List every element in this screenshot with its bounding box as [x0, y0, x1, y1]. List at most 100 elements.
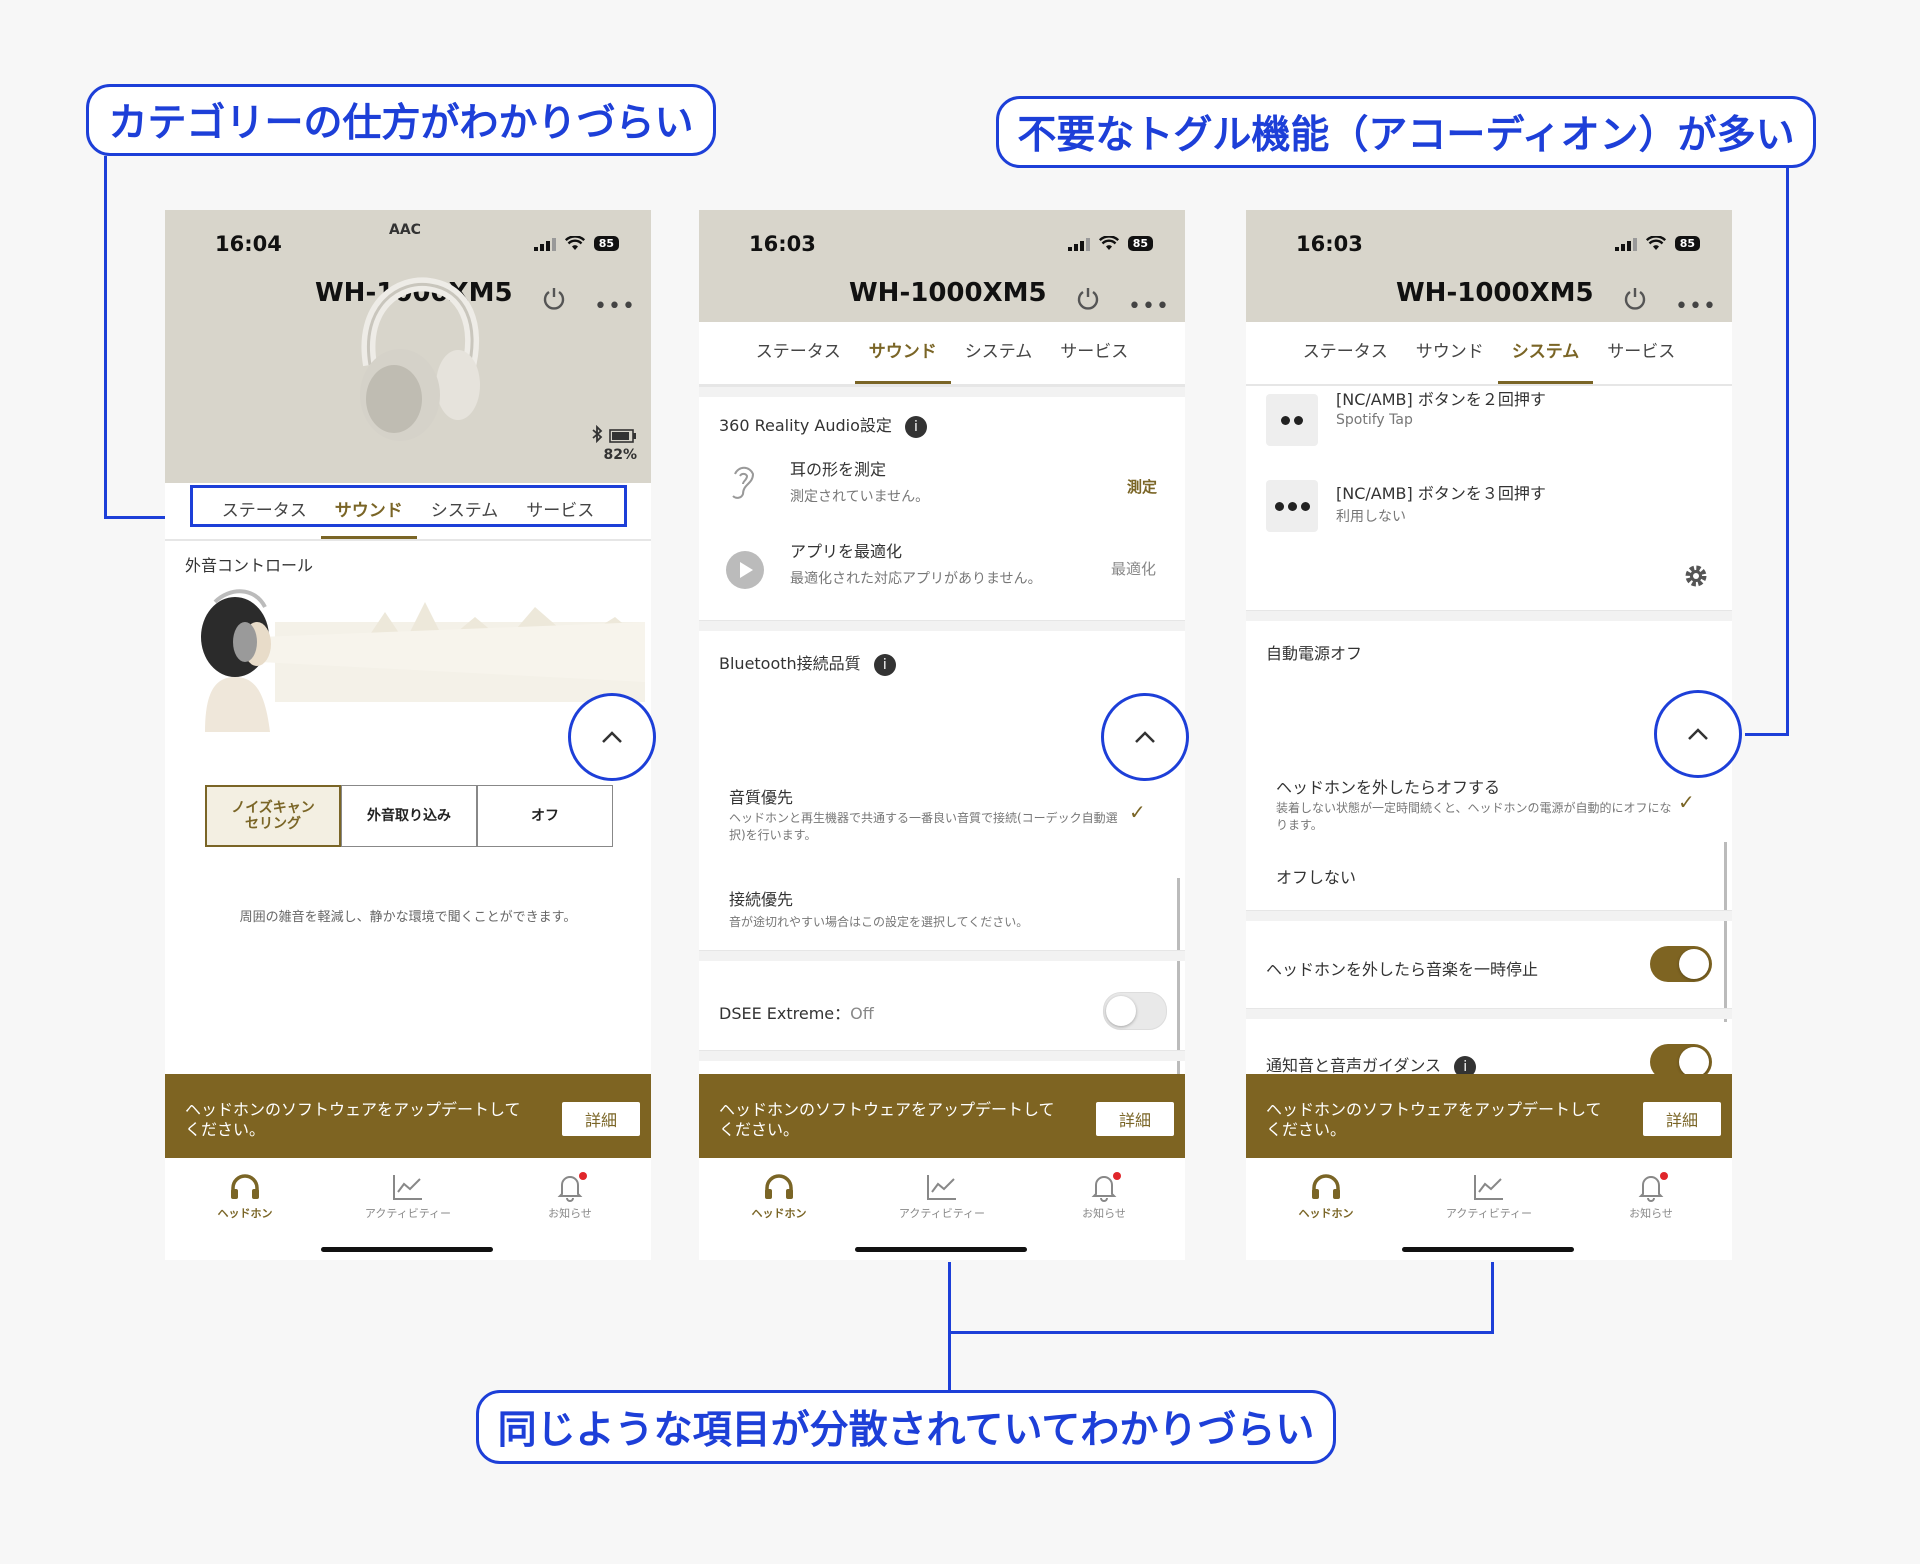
wifi-icon — [1645, 236, 1666, 250]
codec-label: AAC — [389, 222, 421, 238]
tab-sound[interactable]: サウンド — [854, 322, 951, 384]
tab-bar: ステータス サウンド システム サービス — [1246, 322, 1732, 386]
chevron-up-icon — [1135, 731, 1155, 743]
header: 16:03 85 WH-1000XM5 ••• — [1246, 210, 1732, 322]
bt-quality-label: Bluetooth接続品質 — [719, 654, 861, 673]
power-icon[interactable] — [1074, 284, 1102, 312]
auto-off-option-title[interactable]: ヘッドホンを外したらオフする — [1276, 774, 1500, 798]
connection-priority-title[interactable]: 接続優先 — [729, 886, 793, 910]
dsee-toggle[interactable] — [1103, 992, 1167, 1030]
update-banner: ヘッドホンのソフトウェアをアップデートしてください。 詳細 — [165, 1074, 651, 1158]
divider — [1246, 910, 1732, 921]
collapse-highlight[interactable] — [568, 693, 656, 781]
mode-description: 周囲の雑音を軽減し、静かな環境で聞くことができます。 — [239, 910, 577, 925]
optimize-button[interactable]: 最適化 — [1111, 558, 1156, 579]
tab-service[interactable]: サービス — [1593, 322, 1689, 384]
nav-label: アクティビティー — [364, 1207, 452, 1220]
tab-service[interactable]: サービス — [1046, 322, 1142, 384]
tab-highlight-box — [190, 485, 627, 527]
nav-label: ヘッドホン — [217, 1207, 273, 1220]
more-icon[interactable]: ••• — [1675, 294, 1717, 319]
status-time: 16:04 — [215, 232, 282, 256]
nav-notifications[interactable]: お知らせ — [510, 1172, 630, 1221]
gear-icon[interactable] — [1682, 562, 1710, 590]
connection-priority-sub: 音が途切れやすい場合はこの設定を選択してください。 — [729, 915, 1029, 929]
battery-icon — [609, 429, 636, 443]
nav-headphones[interactable]: ヘッドホン — [185, 1172, 305, 1221]
no-off-option[interactable]: オフしない — [1276, 864, 1356, 888]
sound-quality-title[interactable]: 音質優先 — [729, 784, 793, 808]
callout-scattered: 同じような項目が分散されていてわかりづらい — [476, 1390, 1336, 1464]
tab-system[interactable]: システム — [1497, 322, 1594, 384]
nav-headphones[interactable]: ヘッドホン — [1266, 1172, 1386, 1221]
bell-icon — [557, 1172, 587, 1202]
power-icon[interactable] — [1621, 284, 1649, 312]
double-press-sub: Spotify Tap — [1336, 412, 1413, 428]
toggle-knob — [1679, 1047, 1709, 1077]
dsee-row: DSEE Extreme：Off — [719, 1000, 874, 1024]
more-icon[interactable]: ••• — [1128, 294, 1170, 319]
divider — [1246, 610, 1732, 621]
divider — [699, 386, 1185, 397]
tab-status[interactable]: ステータス — [1289, 322, 1402, 384]
bt-quality-title: Bluetooth接続品質 i — [719, 650, 896, 676]
nav-label: お知らせ — [548, 1207, 592, 1220]
mode-off[interactable]: オフ — [477, 785, 613, 847]
nav-label: アクティビティー — [1445, 1207, 1533, 1220]
headphones-icon — [765, 1174, 793, 1199]
chart-icon — [393, 1175, 422, 1200]
info-icon[interactable]: i — [904, 416, 927, 438]
battery-badge: 85 — [1674, 236, 1700, 251]
detail-button[interactable]: 詳細 — [562, 1102, 640, 1136]
mode-noise-cancel[interactable]: ノイズキャンセリング — [205, 785, 341, 847]
reality-audio-title: 360 Reality Audio設定 i — [719, 412, 927, 438]
detail-button[interactable]: 詳細 — [1096, 1102, 1174, 1136]
toggle-knob — [1106, 996, 1136, 1026]
info-icon[interactable]: i — [873, 654, 896, 676]
tab-system[interactable]: システム — [951, 322, 1047, 384]
connector-line — [948, 1262, 951, 1392]
bluetooth-icon — [592, 424, 603, 444]
connector-line — [1491, 1262, 1494, 1334]
collapse-highlight[interactable] — [1101, 693, 1189, 781]
nav-notifications[interactable]: お知らせ — [1591, 1172, 1711, 1221]
nav-activity[interactable]: アクティビティー — [882, 1172, 1002, 1221]
tab-sound[interactable]: サウンド — [1402, 322, 1498, 384]
section-title: 外音コントロール — [185, 556, 314, 575]
home-indicator — [855, 1247, 1027, 1252]
nav-notifications[interactable]: お知らせ — [1044, 1172, 1164, 1221]
mode-selector: ノイズキャンセリング 外音取り込み オフ — [205, 785, 613, 847]
scrollbar[interactable] — [1724, 842, 1727, 1022]
more-icon[interactable]: ••• — [594, 294, 636, 319]
callout-categories: カテゴリーの仕方がわかりづらい — [86, 84, 716, 156]
nav-headphones[interactable]: ヘッドホン — [719, 1172, 839, 1221]
bottom-nav: ヘッドホン アクティビティー お知らせ — [1246, 1158, 1732, 1260]
dsee-label: DSEE Extreme： — [719, 1004, 851, 1023]
status-icons: 85 — [1614, 236, 1700, 251]
double-press-title[interactable]: [NC/AMB] ボタンを２回押す — [1336, 386, 1546, 410]
triple-press-title[interactable]: [NC/AMB] ボタンを３回押す — [1336, 480, 1546, 504]
collapse-highlight[interactable] — [1654, 690, 1742, 778]
measure-button[interactable]: 測定 — [1127, 476, 1157, 497]
battery-badge: 85 — [593, 236, 619, 251]
banner-text: ヘッドホンのソフトウェアをアップデートしてください。 — [719, 1100, 1055, 1139]
sound-quality-sub: ヘッドホンと再生機器で共通する一番良い音質で接続(コーデック自動選択)を行います… — [729, 811, 1118, 842]
triple-press-sub: 利用しない — [1336, 509, 1406, 525]
nav-activity[interactable]: アクティビティー — [1429, 1172, 1549, 1221]
nav-activity[interactable]: アクティビティー — [348, 1172, 468, 1221]
scrollbar[interactable] — [1177, 878, 1180, 1078]
power-icon[interactable] — [540, 284, 568, 312]
dsee-value: Off — [850, 1004, 874, 1023]
home-indicator — [1402, 1247, 1574, 1252]
tab-status[interactable]: ステータス — [742, 322, 855, 384]
headphones-icon — [231, 1174, 259, 1199]
pause-toggle[interactable] — [1650, 946, 1712, 982]
pause-on-remove-label: ヘッドホンを外したら音楽を一時停止 — [1266, 960, 1539, 979]
chart-icon — [927, 1175, 956, 1200]
model-name: WH-1000XM5 — [849, 278, 1047, 308]
mode-ambient[interactable]: 外音取り込み — [341, 785, 477, 847]
nav-label: ヘッドホン — [1298, 1207, 1354, 1220]
detail-button[interactable]: 詳細 — [1643, 1102, 1721, 1136]
divider — [699, 950, 1185, 961]
divider — [699, 1050, 1185, 1061]
